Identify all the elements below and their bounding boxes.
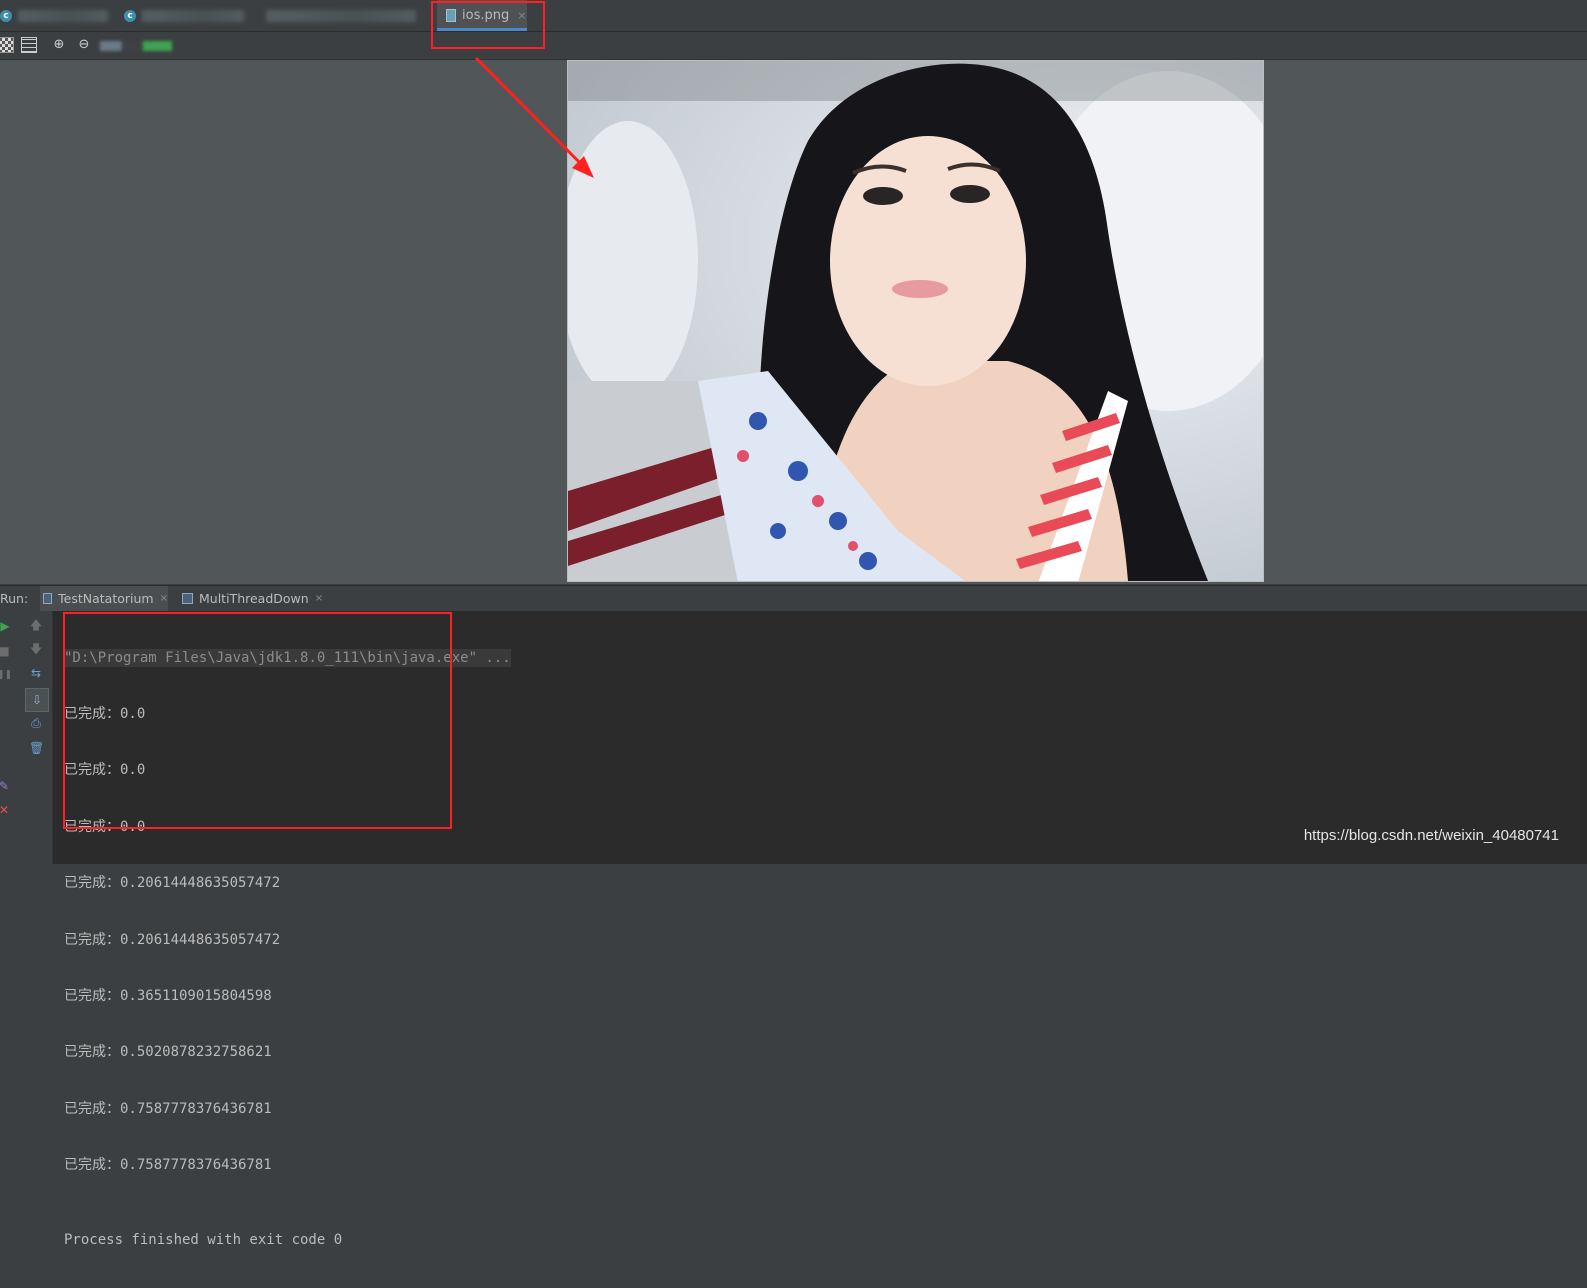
image-editor-toolbar: ⊕ ⊖: [0, 32, 1587, 60]
run-side-toolbar: ▶ ■ ❚❚ 🡅 🡇 ⇆ ⇩ ⎙ 🗑 ✎ ✕: [0, 611, 53, 864]
blurred-tab-label: [18, 9, 108, 22]
zoom-in-icon[interactable]: ⊕: [51, 37, 67, 53]
run-panel-header: Run: TestNatatorium × MultiThreadDown ×: [0, 585, 1587, 611]
pin-tab-icon[interactable]: ✎: [0, 779, 11, 793]
zoom-out-icon[interactable]: ⊖: [76, 37, 92, 53]
run-tab-test-natatorium[interactable]: TestNatatorium ×: [40, 586, 168, 611]
console-line: 已完成：0.20614448635057472: [64, 875, 281, 892]
run-tab-label: TestNatatorium: [58, 591, 154, 606]
image-viewer: [0, 60, 1587, 584]
console-line: 已完成：0.7587778376436781: [64, 1157, 272, 1174]
trash-icon[interactable]: 🗑: [29, 741, 44, 755]
run-config-icon: [43, 593, 53, 604]
displayed-image: [567, 60, 1264, 582]
console-line: 已完成：0.3651109015804598: [64, 987, 272, 1004]
soft-wrap-icon[interactable]: ⇆: [29, 666, 43, 680]
grid-icon[interactable]: [21, 37, 37, 53]
watermark: https://blog.csdn.net/weixin_40480741: [1303, 827, 1559, 844]
blurred-tab-label: [266, 9, 416, 22]
close-icon[interactable]: ×: [160, 593, 168, 604]
run-tab-multi-thread-down[interactable]: MultiThreadDown ×: [182, 586, 323, 611]
run-label: Run:: [0, 591, 29, 606]
annotation-box-tab: [431, 1, 545, 49]
java-class-icon: c: [124, 9, 136, 22]
close-run-icon[interactable]: ✕: [0, 803, 11, 817]
console-line: 已完成：0.5020878232758621: [64, 1044, 272, 1061]
annotation-box-console: [63, 612, 452, 829]
editor-tab-blurred-3[interactable]: [266, 0, 426, 31]
arrow-up-icon[interactable]: 🡅: [29, 618, 43, 632]
arrow-down-icon[interactable]: 🡇: [29, 642, 43, 656]
console-exit-line: Process finished with exit code 0: [64, 1232, 343, 1249]
editor-tab-blurred-1[interactable]: c: [0, 0, 115, 31]
console-line: 已完成：0.7587778376436781: [64, 1100, 272, 1117]
blurred-toolbar-info: [100, 41, 172, 51]
rerun-icon[interactable]: ▶: [0, 619, 12, 633]
scroll-to-end-icon[interactable]: ⇩: [25, 688, 49, 712]
console-line: 已完成：0.20614448635057472: [64, 931, 281, 948]
editor-tab-blurred-2[interactable]: c: [124, 0, 244, 31]
print-icon[interactable]: ⎙: [29, 716, 43, 730]
chessboard-background-icon[interactable]: [0, 37, 14, 53]
blurred-tab-label: [142, 9, 244, 22]
java-class-icon: c: [0, 9, 12, 22]
close-icon[interactable]: ×: [315, 593, 323, 604]
editor-tab-bar: c c ios.png ×: [0, 0, 1587, 32]
run-config-icon: [182, 593, 193, 604]
stop-icon[interactable]: ■: [0, 644, 11, 658]
run-tab-label: MultiThreadDown: [199, 591, 309, 606]
pause-icon[interactable]: ❚❚: [0, 668, 12, 682]
portrait-photo: [568, 61, 1263, 581]
